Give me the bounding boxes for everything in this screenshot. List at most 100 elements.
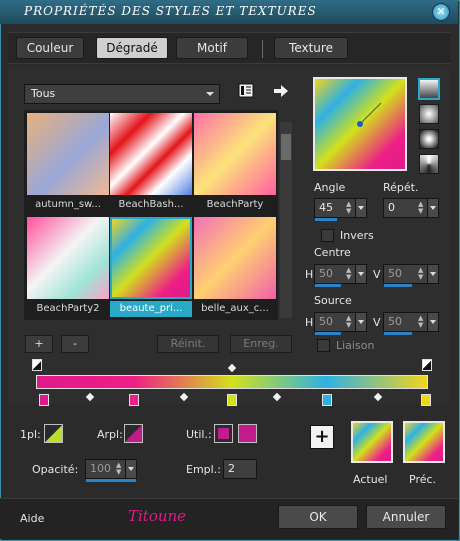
util-swatch-background[interactable] [238,424,257,443]
angle-value: 45 [319,201,333,214]
opacity-label: Opacité: [32,463,79,476]
window-title: Propriétés des styles et textures [24,4,317,18]
chevron-down-icon[interactable] [427,199,438,217]
opacity-field[interactable]: 100 ▲ ▼ [85,459,137,482]
previous-gradient-swatch[interactable] [403,421,445,463]
center-h-label: H [305,268,314,281]
util-swatch-foreground[interactable] [214,424,233,443]
help-link[interactable]: Aide [20,512,44,525]
color-stop-2[interactable] [129,394,139,406]
library-icon[interactable] [238,83,256,99]
invert-checkbox[interactable] [321,229,334,242]
gradient-label-belle: belle_aux_c... [201,303,269,314]
chevron-down-icon[interactable] [427,313,438,331]
gradient-thumb-beaute-selected[interactable] [110,217,192,299]
stop-arpl-swatch[interactable] [124,424,143,443]
style-sunburst-button[interactable] [419,154,439,174]
source-v-slider[interactable] [384,332,412,335]
center-h-field[interactable]: 50 ▲ ▼ [314,264,367,287]
reset-button[interactable]: Réinit. [157,335,219,353]
source-h-field[interactable]: 50 ▲ ▼ [314,312,367,335]
angle-field[interactable]: 45 ▲ ▼ [314,198,367,221]
scrollbar-thumb[interactable] [281,134,291,160]
chevron-down-icon[interactable] [355,199,366,217]
source-h-value: 50 [319,315,333,328]
center-v-slider[interactable] [384,284,412,287]
spinner-icon[interactable]: ▲ ▼ [418,267,426,281]
location-label: Empl.: [186,463,221,476]
style-rectangular-button[interactable] [419,104,439,124]
util-label: Util.: [186,428,212,441]
save-button[interactable]: Enreg. [230,335,292,353]
gradient-label-beachbash: BeachBash... [118,199,184,210]
source-h-label: H [305,316,314,329]
center-v-field[interactable]: 50 ▲ ▼ [383,264,439,287]
spinner-icon[interactable]: ▲ ▼ [418,201,426,215]
color-stop-3[interactable] [227,394,237,406]
link-checkbox[interactable] [317,339,330,352]
category-select[interactable]: Tous [24,84,220,104]
current-gradient-swatch[interactable] [351,421,393,463]
center-h-slider[interactable] [315,284,341,287]
tab-motif[interactable]: Motif [176,37,248,59]
remove-gradient-button[interactable]: - [61,335,89,353]
spinner-icon[interactable]: ▲ ▼ [346,267,354,281]
gradient-thumb-beachbash[interactable] [110,113,192,195]
signature-watermark: Titoune [128,507,187,525]
chevron-down-icon[interactable] [125,460,136,478]
stop-1pl-label: 1pl: [20,428,41,441]
repeat-value: 0 [388,201,395,214]
style-linear-button[interactable] [419,79,439,99]
chevron-down-icon[interactable] [427,265,438,283]
spinner-icon[interactable]: ▲ ▼ [346,315,354,329]
tab-degrade[interactable]: Dégradé [96,37,168,59]
ok-button[interactable]: OK [278,505,358,529]
stop-arpl-label: Arpl: [97,428,123,441]
source-h-slider[interactable] [315,332,341,335]
category-value: Tous [31,87,56,100]
gradient-thumb-autumn[interactable] [27,113,109,195]
repeat-label: Répét. [383,181,419,194]
color-stop-5[interactable] [421,394,431,406]
gradient-editor-bar[interactable] [36,375,428,389]
chevron-down-icon[interactable] [355,265,366,283]
add-gradient-button[interactable]: + [25,335,53,353]
angle-handle-icon[interactable] [315,79,405,169]
tab-couleur[interactable]: Couleur [16,37,84,59]
center-label: Centre [314,246,351,259]
stop-1pl-swatch[interactable] [44,424,63,443]
tab-texture[interactable]: Texture [274,37,348,59]
invert-label: Invers [340,229,374,242]
gradient-label-beachparty: BeachParty [206,199,264,210]
opacity-slider[interactable] [86,479,136,482]
style-radial-button[interactable] [419,129,439,149]
gradient-label-beaute: beaute_pri... [110,301,192,317]
source-v-field[interactable]: 50 ▲ ▼ [383,312,439,335]
previous-label: Préc. [409,473,437,486]
arrow-right-icon[interactable] [272,83,290,99]
angle-slider[interactable] [315,218,337,221]
gradient-thumb-beachparty2[interactable] [27,217,109,299]
transparency-stop-start[interactable] [32,359,42,371]
gradient-label-beachparty2: BeachParty2 [36,303,100,314]
swap-plus-icon[interactable]: + [310,425,334,449]
gradient-thumb-beachparty[interactable] [194,113,276,195]
gradient-thumb-belle[interactable] [194,217,276,299]
gradient-preview[interactable] [313,77,407,171]
spinner-icon[interactable]: ▲ ▼ [418,315,426,329]
color-stop-4[interactable] [322,394,332,406]
chevron-down-icon [206,92,214,96]
repeat-field[interactable]: 0 ▲ ▼ [383,198,439,218]
spinner-icon[interactable]: ▲ ▼ [116,462,124,476]
current-label: Actuel [353,473,388,486]
cancel-button[interactable]: Annuler [366,505,446,529]
close-button[interactable]: ✕ [432,3,450,21]
transparency-stop-end[interactable] [422,359,432,371]
spinner-icon[interactable]: ▲ ▼ [346,201,354,215]
chevron-down-icon[interactable] [355,313,366,331]
center-h-value: 50 [319,267,333,280]
color-stop-1[interactable] [39,394,49,406]
center-v-label: V [373,268,381,281]
location-field[interactable]: 2 [223,459,257,479]
thumbnails-scrollbar[interactable] [280,122,292,318]
